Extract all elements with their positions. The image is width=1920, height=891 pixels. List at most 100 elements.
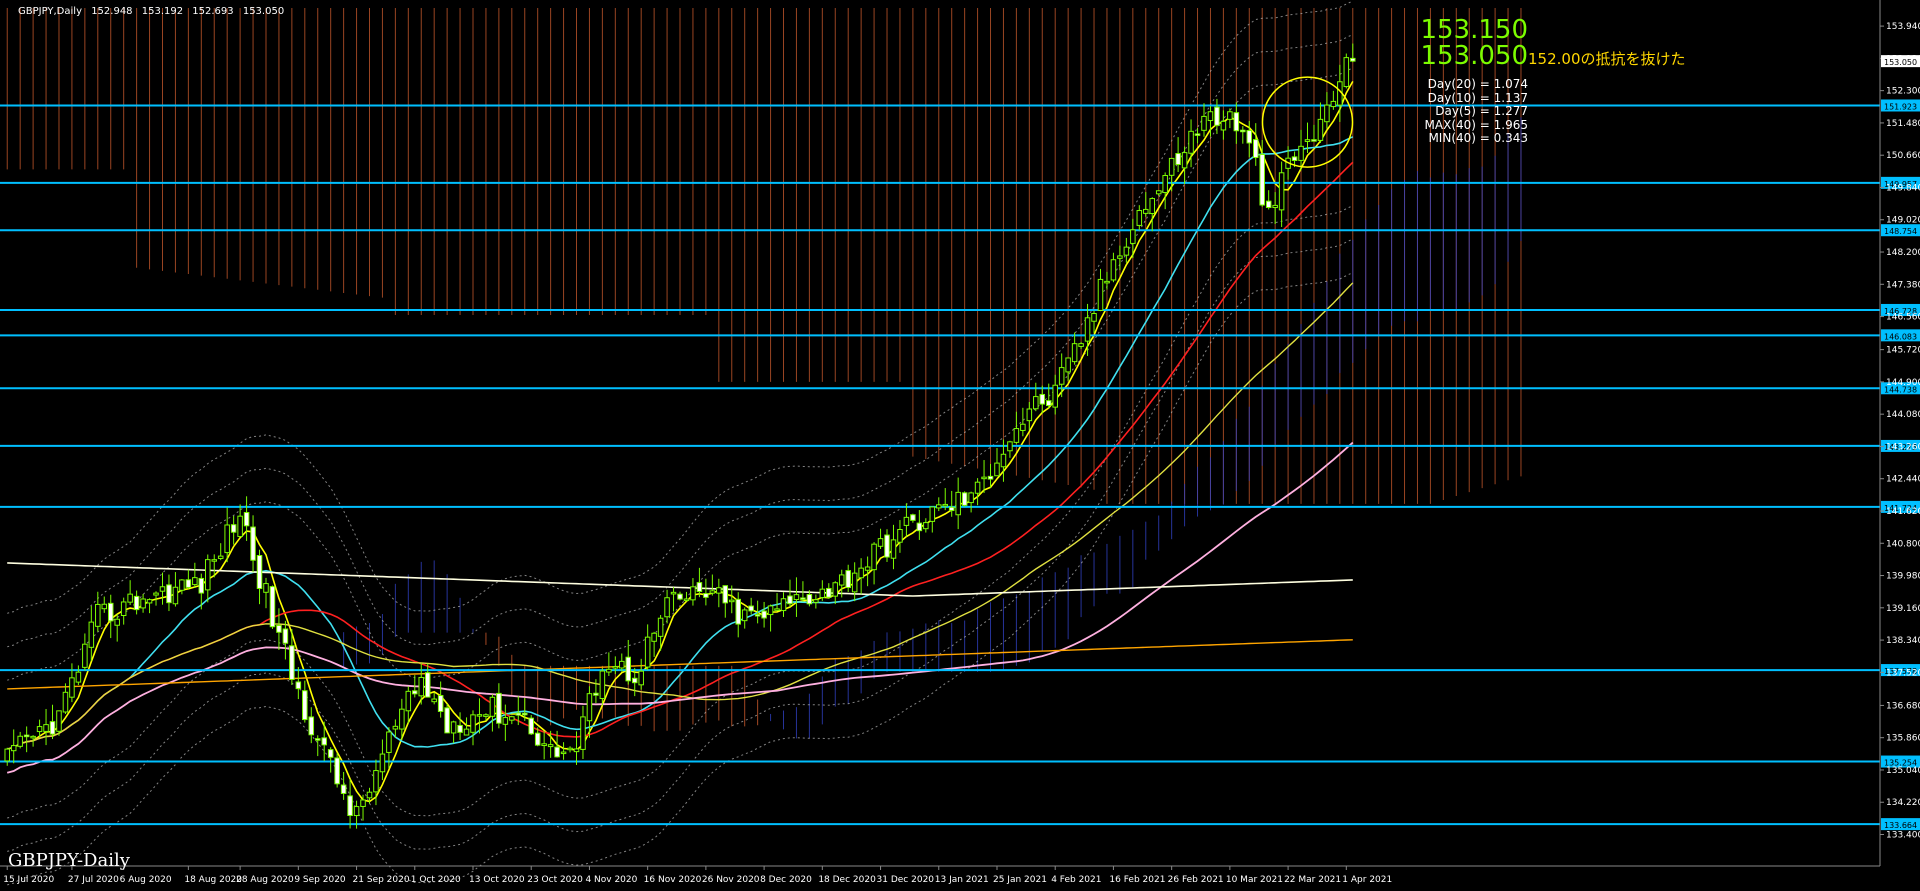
candle-body <box>450 721 457 734</box>
candle-body <box>521 712 528 716</box>
candle-body <box>1272 204 1278 209</box>
candle-body <box>787 595 793 605</box>
candle-body <box>858 567 864 579</box>
candle-body <box>347 795 353 816</box>
stat-day5: Day(5) = 1.277 <box>1435 104 1528 118</box>
candle-body <box>1136 210 1143 226</box>
candle-body <box>340 784 347 794</box>
candle-body <box>1240 129 1246 133</box>
candle-body <box>1278 172 1285 211</box>
candle-body <box>1084 317 1091 342</box>
chart-title: GBPJPY,Daily 152.948 153.192 152.693 153… <box>18 6 290 17</box>
candle-body <box>120 601 127 616</box>
candle-body <box>774 608 780 611</box>
candle-body <box>36 726 43 733</box>
candle-body <box>1020 423 1026 431</box>
candle-body <box>703 593 709 598</box>
candle-body <box>735 598 741 625</box>
candle-body <box>1071 343 1078 363</box>
y-tick-label: 139.160 <box>1886 604 1920 614</box>
candle-body <box>897 529 903 543</box>
candle-body <box>644 636 651 668</box>
candle-body <box>308 716 315 736</box>
candle-body <box>987 475 994 480</box>
candle-body <box>127 593 133 603</box>
candle-body <box>948 506 955 512</box>
candle-body <box>677 593 683 600</box>
candle-body <box>1058 367 1065 385</box>
price-chart: 151.923149.957148.754146.728146.083144.7… <box>0 0 1920 891</box>
candle-body <box>683 598 690 602</box>
candle-body <box>256 555 263 589</box>
x-tick-label: 15 Jul 2020 <box>3 875 54 885</box>
y-tick-label: 149.840 <box>1886 183 1920 193</box>
y-tick-label: 140.800 <box>1886 539 1920 549</box>
candle-body <box>470 714 476 733</box>
candle-body <box>903 516 910 526</box>
candle-body <box>1324 104 1330 123</box>
candle-body <box>373 770 379 793</box>
candle-body <box>334 757 340 785</box>
candle-body <box>146 599 153 604</box>
candle-body <box>754 614 761 617</box>
candle-body <box>198 577 205 594</box>
candle-body <box>1000 453 1007 468</box>
x-tick-label: 16 Feb 2021 <box>1109 875 1165 885</box>
candle-body <box>172 586 179 605</box>
ohlc-open: 152.948 <box>91 6 133 17</box>
candle-body <box>793 594 800 601</box>
candle-body <box>1252 139 1259 159</box>
candle-body <box>230 524 237 533</box>
candle-body <box>606 668 612 673</box>
bid-price: 153.050 <box>1420 41 1528 71</box>
candle-body <box>88 621 95 648</box>
candle-body <box>547 744 554 748</box>
candle-body <box>509 716 515 721</box>
candle-body <box>327 749 334 758</box>
y-tick-label: 152.300 <box>1886 87 1920 97</box>
candle-body <box>1149 198 1156 215</box>
candle-body <box>386 731 392 753</box>
candle-body <box>851 572 858 593</box>
candle-body <box>813 599 819 603</box>
candle-body <box>17 735 23 747</box>
x-tick-label: 18 Dec 2020 <box>818 875 876 885</box>
candle-body <box>49 721 56 735</box>
candle-body <box>728 599 735 603</box>
candle-body <box>560 751 567 755</box>
candle-body <box>1052 384 1058 408</box>
candle-body <box>534 732 541 746</box>
y-tick-label: 142.440 <box>1886 475 1920 485</box>
symbol-label: GBPJPY,Daily <box>18 6 82 17</box>
y-tick-label: 139.980 <box>1886 572 1920 582</box>
ohlc-low: 152.693 <box>192 6 234 17</box>
candle-body <box>528 717 534 735</box>
candle-body <box>133 595 140 611</box>
candle-body <box>114 618 120 626</box>
candle-body <box>101 603 108 610</box>
candle-body <box>30 735 36 739</box>
indicator-stats: Day(20) = 1.074 Day(10) = 1.137 Day(5) =… <box>1424 77 1528 146</box>
resistance-annotation: 152.00の抵抗を抜けた <box>1528 50 1686 68</box>
candle-body <box>664 597 670 618</box>
candle-body <box>1123 246 1130 256</box>
chart-watermark: GBPJPY-Daily <box>8 850 130 871</box>
candle-body <box>916 522 923 532</box>
x-tick-label: 10 Mar 2021 <box>1226 875 1283 885</box>
candle-body <box>1013 428 1020 443</box>
candle-body <box>696 582 703 592</box>
candle-body <box>321 737 327 746</box>
x-tick-label: 26 Nov 2020 <box>702 875 760 885</box>
candle-body <box>95 603 101 627</box>
x-tick-label: 31 Dec 2020 <box>877 875 935 885</box>
candle-body <box>463 728 470 736</box>
stat-max40: MAX(40) = 1.965 <box>1424 117 1528 132</box>
candle-body <box>314 738 321 741</box>
candle-body <box>75 671 82 683</box>
x-tick-label: 8 Dec 2020 <box>760 875 812 885</box>
candle-body <box>890 539 897 559</box>
candle-body <box>567 747 573 751</box>
candle-body <box>1317 118 1324 141</box>
candle-body <box>269 586 276 628</box>
candle-body <box>832 582 839 597</box>
